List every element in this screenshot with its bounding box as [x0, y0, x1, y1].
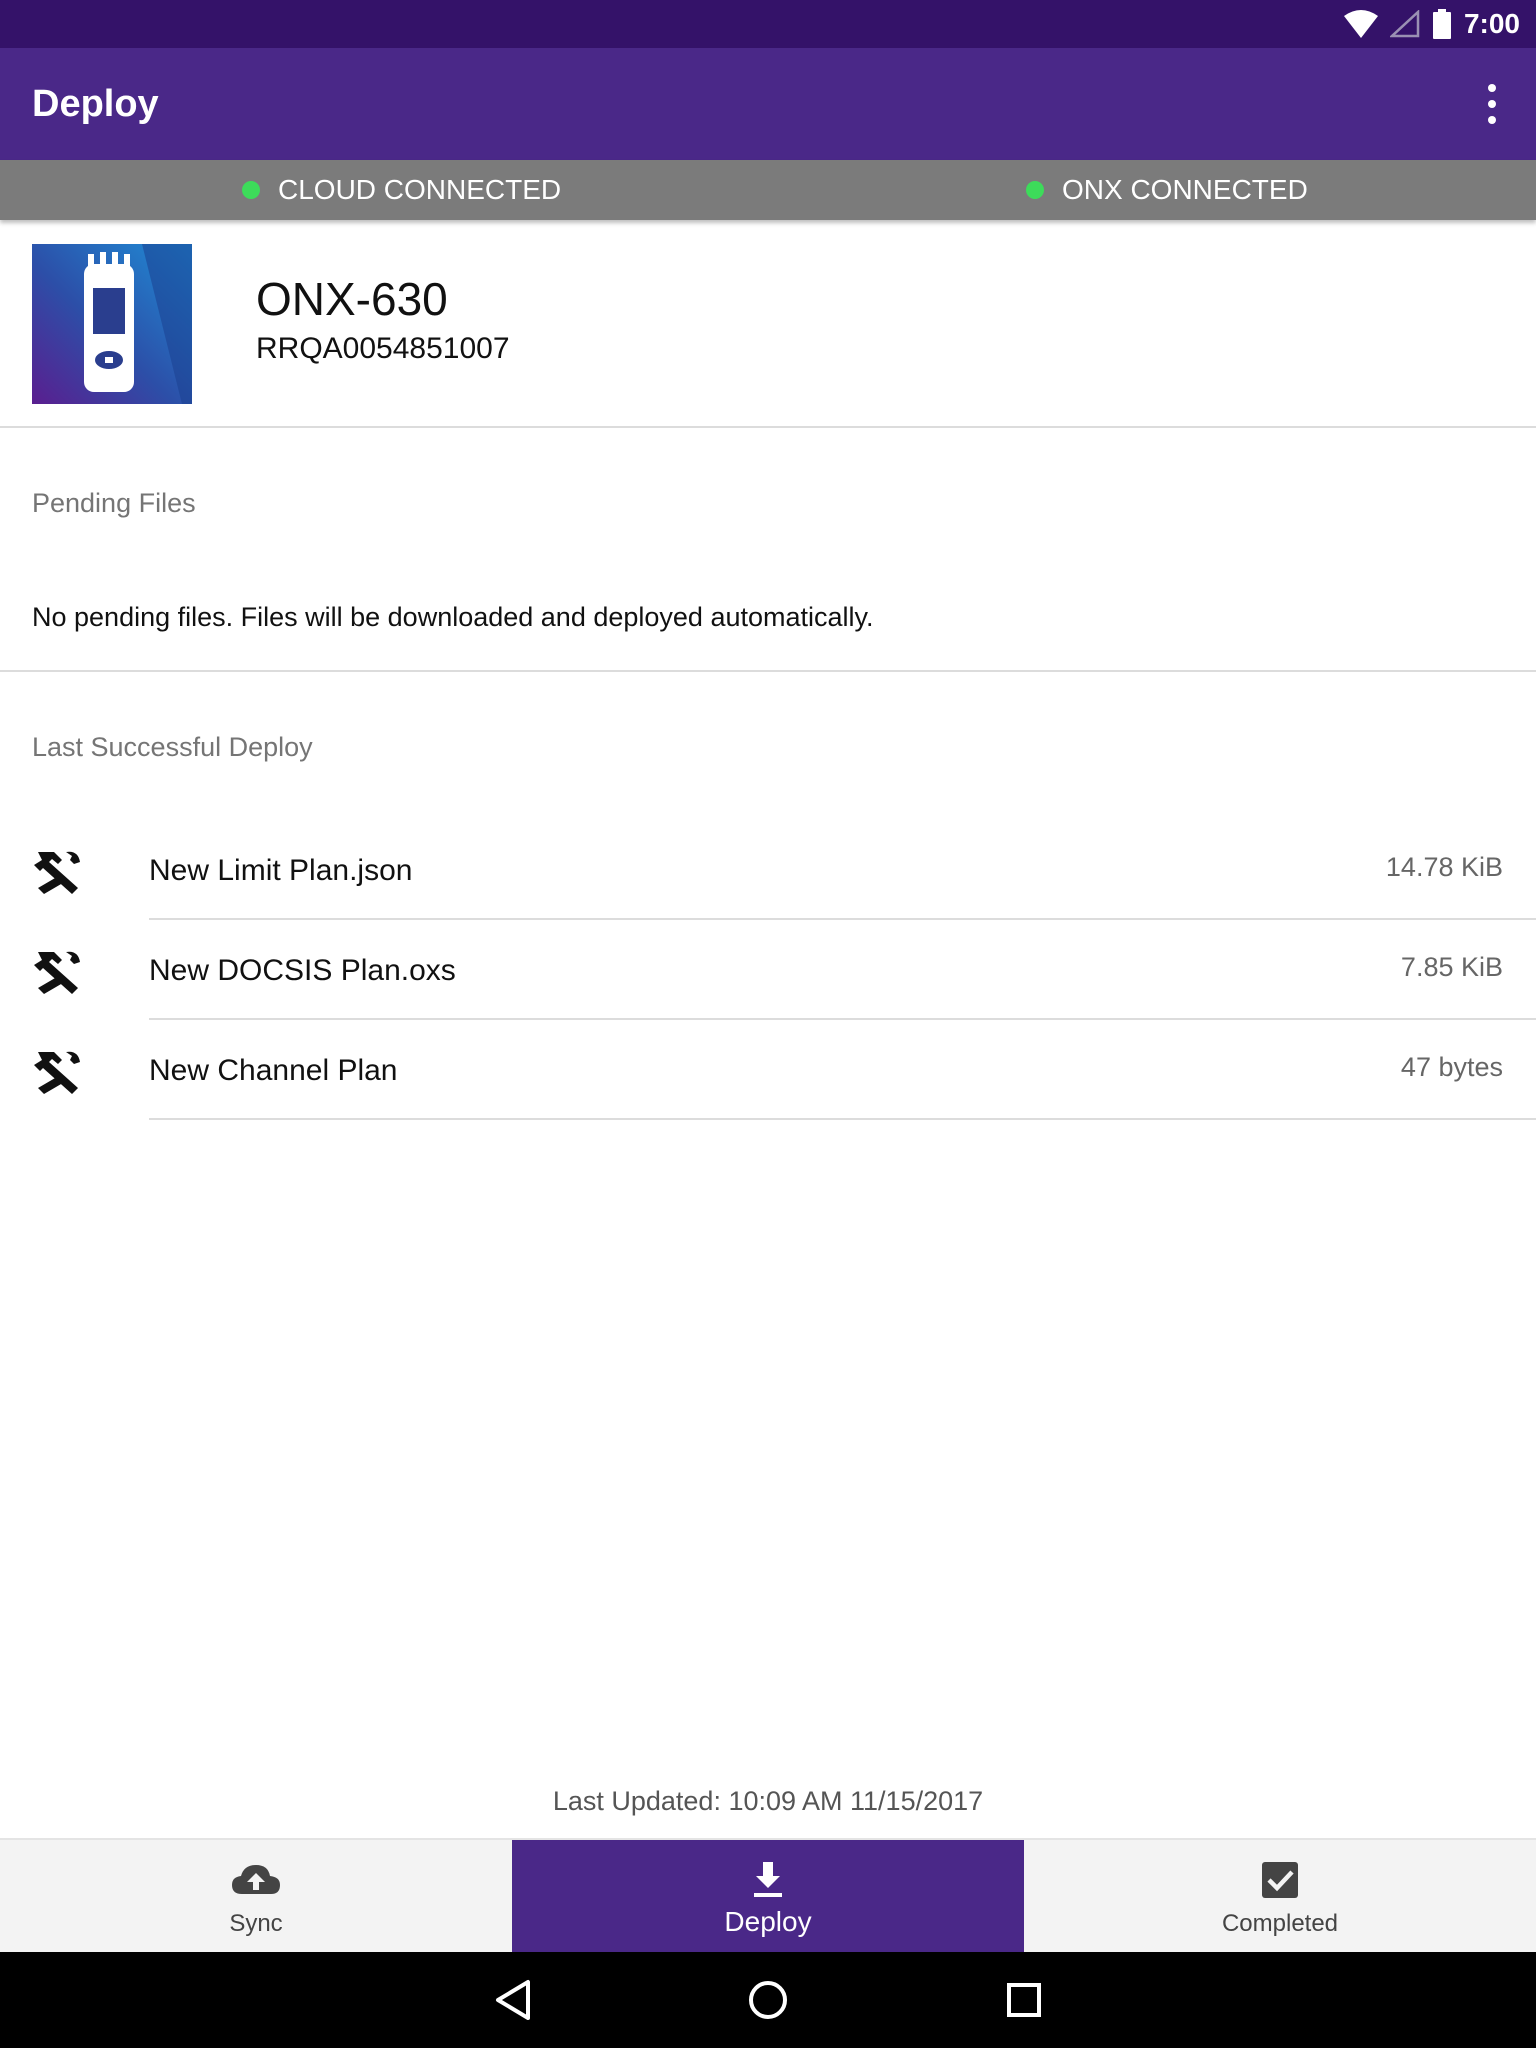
divider: [149, 1118, 1536, 1120]
connection-status-bar: CLOUD CONNECTED ONX CONNECTED: [0, 160, 1536, 220]
tab-sync[interactable]: Sync: [0, 1840, 512, 1952]
tab-label: Sync: [229, 1910, 283, 1937]
back-icon[interactable]: [488, 1974, 540, 2026]
device-header: ONX-630 RRQA0054851007: [0, 220, 1536, 428]
handheld-meter-icon: [32, 244, 192, 404]
app-bar: Deploy: [0, 48, 1536, 160]
status-dot-icon: [242, 181, 260, 199]
file-name: New DOCSIS Plan.oxs: [149, 954, 456, 987]
device-model: ONX-630: [256, 273, 448, 325]
check-box-icon: [1254, 1860, 1306, 1900]
onx-connection-status: ONX CONNECTED: [1026, 160, 1308, 220]
tab-label: Completed: [1221, 1910, 1339, 1937]
section-title: Last Successful Deploy: [32, 732, 313, 762]
list-item[interactable]: New Limit Plan.json 14.78 KiB: [0, 820, 1536, 920]
more-vert-icon[interactable]: [1480, 84, 1504, 124]
cell-signal-icon: [1389, 10, 1420, 38]
last-updated-text: Last Updated: 10:09 AM 11/15/2017: [552, 1786, 984, 1816]
battery-icon: [1432, 9, 1452, 39]
tools-icon: [32, 948, 84, 996]
home-icon[interactable]: [742, 1974, 794, 2026]
page-title: Deploy: [32, 82, 159, 125]
system-navigation-bar: [0, 1952, 1536, 2048]
list-item[interactable]: New DOCSIS Plan.oxs 7.85 KiB: [0, 920, 1536, 1020]
cloud-connection-status: CLOUD CONNECTED: [242, 160, 561, 220]
tools-icon: [32, 1048, 84, 1096]
file-list: New Limit Plan.json 14.78 KiB New DOCSIS…: [0, 820, 1536, 1120]
tab-completed[interactable]: Completed: [1024, 1840, 1536, 1952]
download-icon: [742, 1860, 794, 1900]
status-bar: 7:00: [0, 0, 1536, 48]
tab-label: Deploy: [724, 1906, 812, 1937]
file-size: 7.85 KiB: [1400, 952, 1503, 982]
bottom-navigation: Sync Deploy Completed: [0, 1838, 1536, 1952]
pending-files-section: Pending Files No pending files. Files wi…: [0, 428, 1536, 672]
clock: 7:00: [1463, 8, 1520, 39]
section-title: Pending Files: [32, 488, 196, 518]
file-size: 47 bytes: [1400, 1052, 1503, 1082]
status-dot-icon: [1026, 181, 1044, 199]
tools-icon: [32, 848, 84, 896]
onx-connection-label: ONX CONNECTED: [1062, 174, 1308, 205]
file-name: New Limit Plan.json: [149, 854, 413, 887]
recents-icon[interactable]: [998, 1974, 1050, 2026]
device-serial: RRQA0054851007: [256, 332, 510, 365]
tab-deploy[interactable]: Deploy: [512, 1840, 1024, 1952]
cloud-connection-label: CLOUD CONNECTED: [278, 174, 562, 205]
file-size: 14.78 KiB: [1385, 852, 1503, 882]
wifi-icon: [1343, 10, 1378, 38]
pending-message: No pending files. Files will be download…: [32, 602, 874, 632]
file-name: New Channel Plan: [149, 1054, 398, 1087]
cloud-upload-icon: [230, 1860, 282, 1900]
list-item[interactable]: New Channel Plan 47 bytes: [0, 1020, 1536, 1120]
